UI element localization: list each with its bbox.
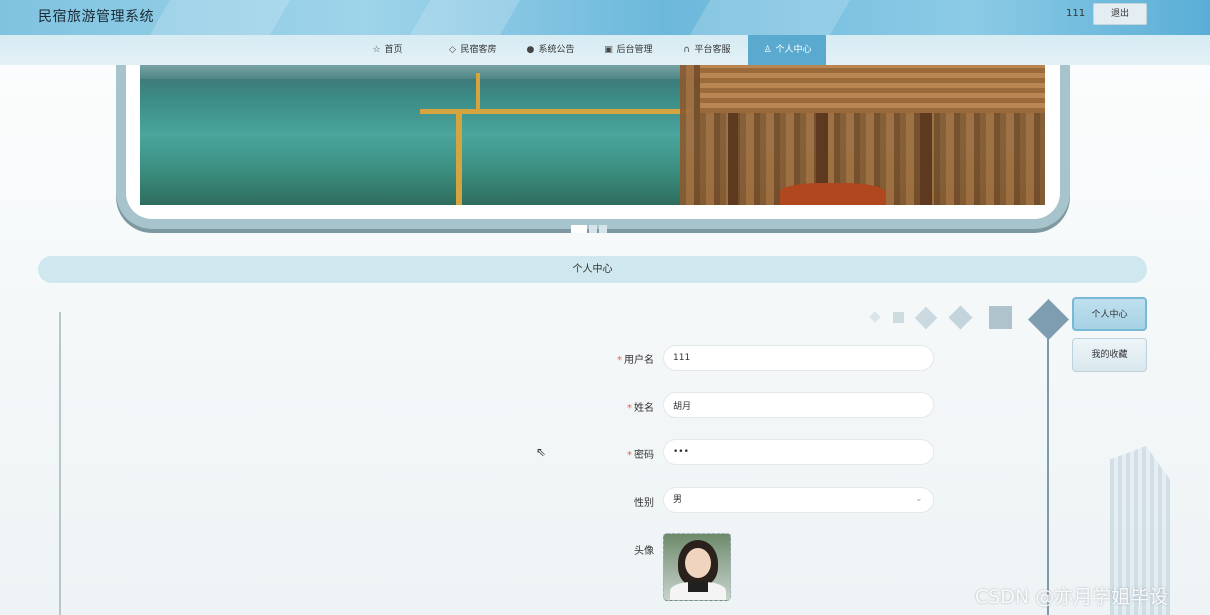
diamond-decoration xyxy=(1027,298,1070,341)
star-icon: ☆ xyxy=(372,45,381,55)
banner-image xyxy=(140,65,1045,205)
box-icon: ▣ xyxy=(604,45,613,55)
section-title: 个人中心 xyxy=(38,256,1147,283)
nav-label: 后台管理 xyxy=(616,45,653,55)
avatar-label: 头像 xyxy=(634,546,654,557)
carousel-dot[interactable] xyxy=(589,225,597,233)
required-mark: * xyxy=(627,403,632,414)
nav-label: 平台客服 xyxy=(694,45,731,55)
header-decoration xyxy=(149,0,291,35)
nav-label: 民宿客房 xyxy=(460,45,497,55)
banner-dock-post xyxy=(456,109,462,205)
nav-personal-center[interactable]: ♙ 个人中心 xyxy=(748,35,826,65)
gender-label: 性别 xyxy=(634,498,654,509)
name-label: * 姓名 xyxy=(594,399,654,414)
name-field[interactable] xyxy=(663,392,934,418)
username-label-text: 用户名 xyxy=(624,355,654,366)
name-label-text: 姓名 xyxy=(634,403,654,414)
banner-stilt xyxy=(728,113,738,205)
header-decoration xyxy=(409,0,521,35)
side-menu-personal-center[interactable]: 个人中心 xyxy=(1072,297,1147,331)
nav-home[interactable]: ☆ 首页 xyxy=(362,35,412,65)
carousel-dots xyxy=(571,218,609,237)
main-nav: ☆ 首页 ◇ 民宿客房 ● 系统公告 ▣ 后台管理 ∩ 平台客服 ♙ 个人中心 xyxy=(0,35,1210,65)
password-label: * 密码 xyxy=(594,446,654,461)
bag-icon: ◇ xyxy=(449,45,456,55)
diamond-decoration xyxy=(869,311,881,323)
carousel-dot[interactable] xyxy=(571,225,587,233)
avatar-photo-face xyxy=(685,548,711,578)
left-rail-decoration xyxy=(59,312,61,615)
banner-house-wall xyxy=(700,65,1045,113)
nav-customer-service[interactable]: ∩ 平台客服 xyxy=(674,35,738,65)
square-decoration xyxy=(989,306,1012,329)
diamond-decoration xyxy=(914,306,938,330)
avatar-upload[interactable] xyxy=(663,533,731,601)
gender-select[interactable]: 男 xyxy=(663,487,934,513)
square-decoration xyxy=(893,312,904,323)
top-header: 民宿旅游管理系统 111 退出 xyxy=(0,0,1210,35)
logout-button[interactable]: 退出 xyxy=(1093,3,1147,25)
info-icon: ● xyxy=(526,45,535,55)
mouse-cursor-icon: ⇖ xyxy=(536,445,547,459)
required-mark: * xyxy=(617,355,622,366)
carousel-dot[interactable] xyxy=(599,225,607,233)
nav-admin[interactable]: ▣ 后台管理 xyxy=(596,35,660,65)
banner-dock-post xyxy=(476,73,480,109)
required-mark: * xyxy=(627,450,632,461)
current-user: 111 xyxy=(1066,8,1086,19)
banner-boat xyxy=(780,183,885,205)
username-label: * 用户名 xyxy=(594,351,654,366)
user-icon: ♙ xyxy=(763,45,772,55)
chevron-down-icon: ⌄ xyxy=(915,494,923,504)
nav-label: 系统公告 xyxy=(538,45,575,55)
diamond-decoration xyxy=(948,305,973,330)
header-decoration xyxy=(689,0,851,35)
watermark: CSDN @亦月学姐毕设 xyxy=(975,586,1169,608)
nav-homestay-rooms[interactable]: ◇ 民宿客房 xyxy=(440,35,504,65)
avatar-photo-collar xyxy=(688,582,708,592)
headset-icon: ∩ xyxy=(683,45,690,55)
nav-label: 个人中心 xyxy=(775,45,812,55)
password-label-text: 密码 xyxy=(634,450,654,461)
username-field[interactable] xyxy=(663,345,934,371)
password-field[interactable] xyxy=(663,439,934,465)
nav-announcements[interactable]: ● 系统公告 xyxy=(518,35,582,65)
app-title: 民宿旅游管理系统 xyxy=(38,9,154,25)
right-rail-decoration xyxy=(1047,330,1049,615)
nav-label: 首页 xyxy=(384,45,403,55)
banner-stilt xyxy=(920,113,932,205)
side-menu-my-favorites[interactable]: 我的收藏 xyxy=(1072,338,1147,372)
